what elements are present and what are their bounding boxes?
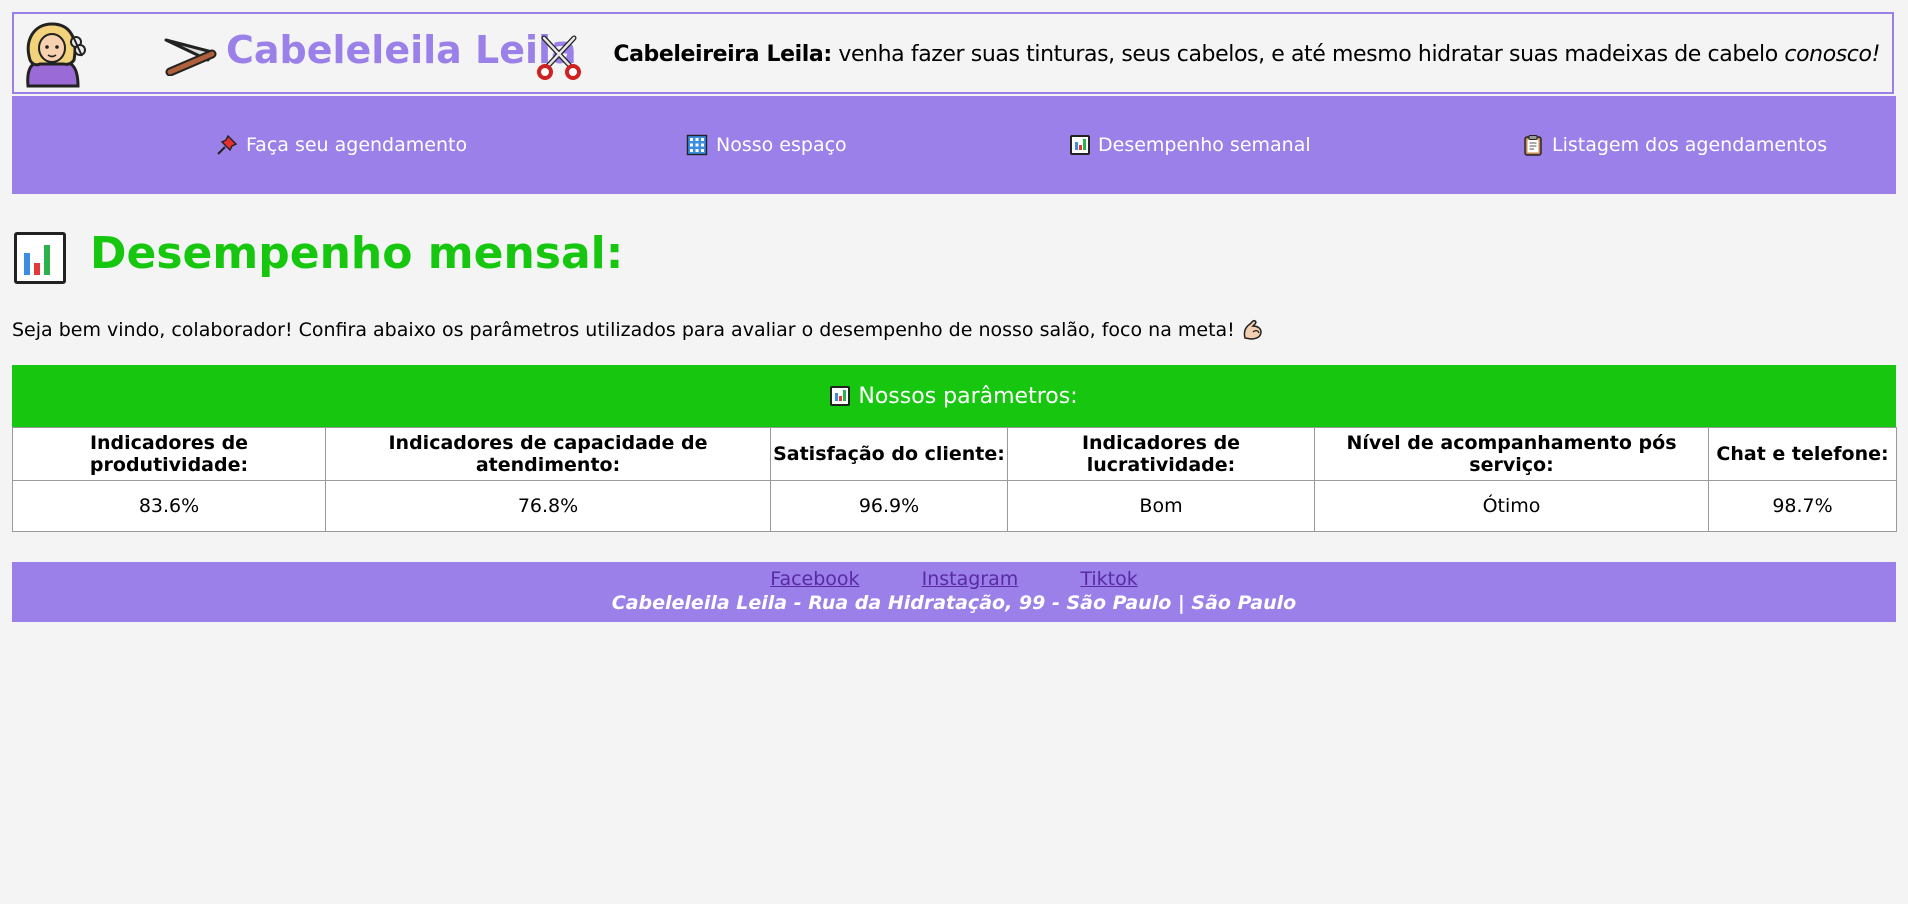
scissors-icon: [537, 35, 581, 80]
column-header: Satisfação do cliente:: [770, 427, 1008, 481]
table-cell: 83.6%: [12, 480, 326, 532]
table-cell: Ótimo: [1314, 480, 1709, 532]
bar-chart-icon: [14, 232, 66, 284]
table-cell: 98.7%: [1708, 480, 1897, 532]
bar-chart-icon: [830, 386, 851, 406]
table-cell: 96.9%: [770, 480, 1008, 532]
table-caption-text: Nossos parâmetros:: [858, 383, 1078, 409]
table-header-row: Indicadores de produtividade: Indicadore…: [12, 427, 1897, 481]
intro-message: Seja bem vindo, colaborador! Confira aba…: [12, 319, 1235, 341]
tagline-text: venha fazer suas tinturas, seus cabelos,…: [831, 42, 1785, 67]
nav-item-listagem[interactable]: Listagem dos agendamentos: [1522, 134, 1827, 156]
column-header: Indicadores de capacidade de atendimento…: [325, 427, 771, 481]
pushpin-icon: [217, 134, 238, 155]
tagline-emphasis: conosco!: [1784, 42, 1880, 67]
nav-item-desempenho-semanal[interactable]: Desempenho semanal: [1070, 134, 1311, 156]
instagram-link[interactable]: Instagram: [922, 568, 1019, 590]
table-row: 83.6% 76.8% 96.9% Bom Ótimo 98.7%: [12, 480, 1897, 532]
column-header: Chat e telefone:: [1708, 427, 1897, 481]
social-links: Facebook Instagram Tiktok: [12, 562, 1896, 590]
table-cell: 76.8%: [325, 480, 771, 532]
brand-name: Cabeleleila Leila: [226, 28, 577, 72]
nav-item-label: Desempenho semanal: [1098, 134, 1311, 156]
footer-address: Cabeleleila Leila - Rua da Hidratação, 9…: [611, 592, 1297, 614]
nav-item-espaco[interactable]: Nosso espaço: [686, 134, 847, 156]
parameters-table: Nossos parâmetros: Indicadores de produt…: [12, 365, 1897, 532]
site-footer: Facebook Instagram Tiktok Cabeleleila Le…: [12, 562, 1896, 622]
building-icon: [686, 134, 708, 156]
site-header: Cabeleleila Leila Cabeleireira Leila: ve…: [12, 12, 1894, 94]
nav-item-label: Faça seu agendamento: [246, 134, 468, 156]
parameters-grid: Indicadores de produtividade: Indicadore…: [12, 427, 1897, 532]
hairdresser-avatar-icon: [26, 22, 86, 88]
tiktok-link[interactable]: Tiktok: [1080, 568, 1137, 590]
bar-chart-icon: [1070, 135, 1090, 155]
main-nav: Faça seu agendamento Nosso espaço Desemp…: [12, 96, 1896, 194]
column-header: Indicadores de produtividade:: [12, 427, 326, 481]
razor-icon: [164, 38, 217, 76]
clipboard-icon: [1524, 135, 1542, 156]
page-title: Desempenho mensal:: [90, 228, 624, 279]
table-cell: Bom: [1007, 480, 1315, 532]
nav-item-agendamento[interactable]: Faça seu agendamento: [216, 134, 467, 156]
column-header: Nível de acompanhamento pós serviço:: [1314, 427, 1709, 481]
nav-item-label: Nosso espaço: [716, 134, 847, 156]
nav-item-label: Listagem dos agendamentos: [1552, 134, 1828, 156]
intro-text: Seja bem vindo, colaborador! Confira aba…: [12, 318, 1265, 342]
flexed-biceps-icon: [1243, 320, 1262, 340]
column-header: Indicadores de lucratividade:: [1007, 427, 1315, 481]
table-caption: Nossos parâmetros:: [12, 365, 1896, 427]
tagline-label: Cabeleireira Leila:: [613, 42, 832, 67]
tagline: Cabeleireira Leila: venha fazer suas tin…: [613, 42, 1880, 67]
facebook-link[interactable]: Facebook: [770, 568, 859, 590]
